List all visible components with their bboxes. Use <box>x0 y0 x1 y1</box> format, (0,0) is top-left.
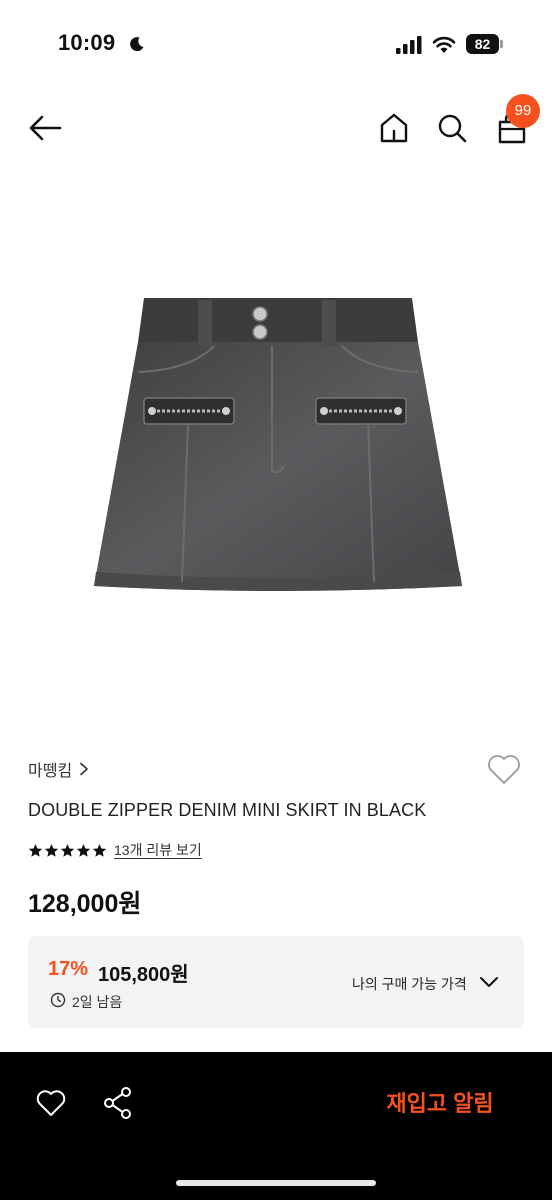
wishlist-heart-icon[interactable] <box>486 752 522 786</box>
rating-stars <box>28 843 108 858</box>
battery-icon: 82 <box>466 34 504 54</box>
clock-icon <box>50 992 66 1008</box>
battery-level: 82 <box>466 34 499 54</box>
discount-box[interactable]: 17% 105,800원 2일 남음 나의 구매 가능 가격 <box>28 936 524 1028</box>
share-icon[interactable] <box>102 1086 134 1120</box>
status-bar: 10:09 82 <box>0 0 552 80</box>
star-icon <box>76 843 91 857</box>
moon-icon <box>130 37 144 52</box>
chevron-right-icon <box>80 762 88 776</box>
search-icon[interactable] <box>434 110 470 146</box>
cart-count-badge[interactable]: 99 <box>506 94 540 128</box>
rating-row: 13개 리뷰 보기 <box>28 840 202 860</box>
home-indicator <box>176 1180 376 1186</box>
wifi-icon <box>432 36 456 53</box>
heart-icon[interactable] <box>35 1088 67 1118</box>
star-icon <box>60 843 75 857</box>
bottom-action-bar: 재입고 알림 <box>0 1052 552 1200</box>
status-time: 10:09 <box>58 30 116 55</box>
brand-name[interactable]: 마뗑킴 <box>28 757 72 781</box>
restock-alert-button[interactable]: 재입고 알림 <box>360 1082 520 1126</box>
star-icon <box>92 843 107 857</box>
home-icon[interactable] <box>376 110 412 146</box>
discount-price: 105,800원 <box>98 964 189 986</box>
signal-icon <box>396 36 422 54</box>
time-left: 2일 남음 <box>72 994 123 1010</box>
battery-tip <box>500 40 503 48</box>
review-link[interactable]: 13개 리뷰 보기 <box>114 840 202 860</box>
nav-bar: 99 <box>0 90 552 170</box>
my-price-toggle[interactable]: 나의 구매 가능 가격 <box>352 974 467 994</box>
discount-rate: 17% <box>48 958 89 980</box>
original-price: 128,000원 <box>28 890 142 918</box>
back-arrow-icon[interactable] <box>26 112 64 144</box>
product-title: DOUBLE ZIPPER DENIM MINI SKIRT IN BLACK <box>28 800 427 820</box>
chevron-down-icon[interactable] <box>478 973 500 991</box>
star-icon <box>28 843 43 857</box>
brand-link[interactable]: 마뗑킴 <box>28 757 90 781</box>
star-icon <box>44 843 59 857</box>
product-image <box>94 298 462 591</box>
